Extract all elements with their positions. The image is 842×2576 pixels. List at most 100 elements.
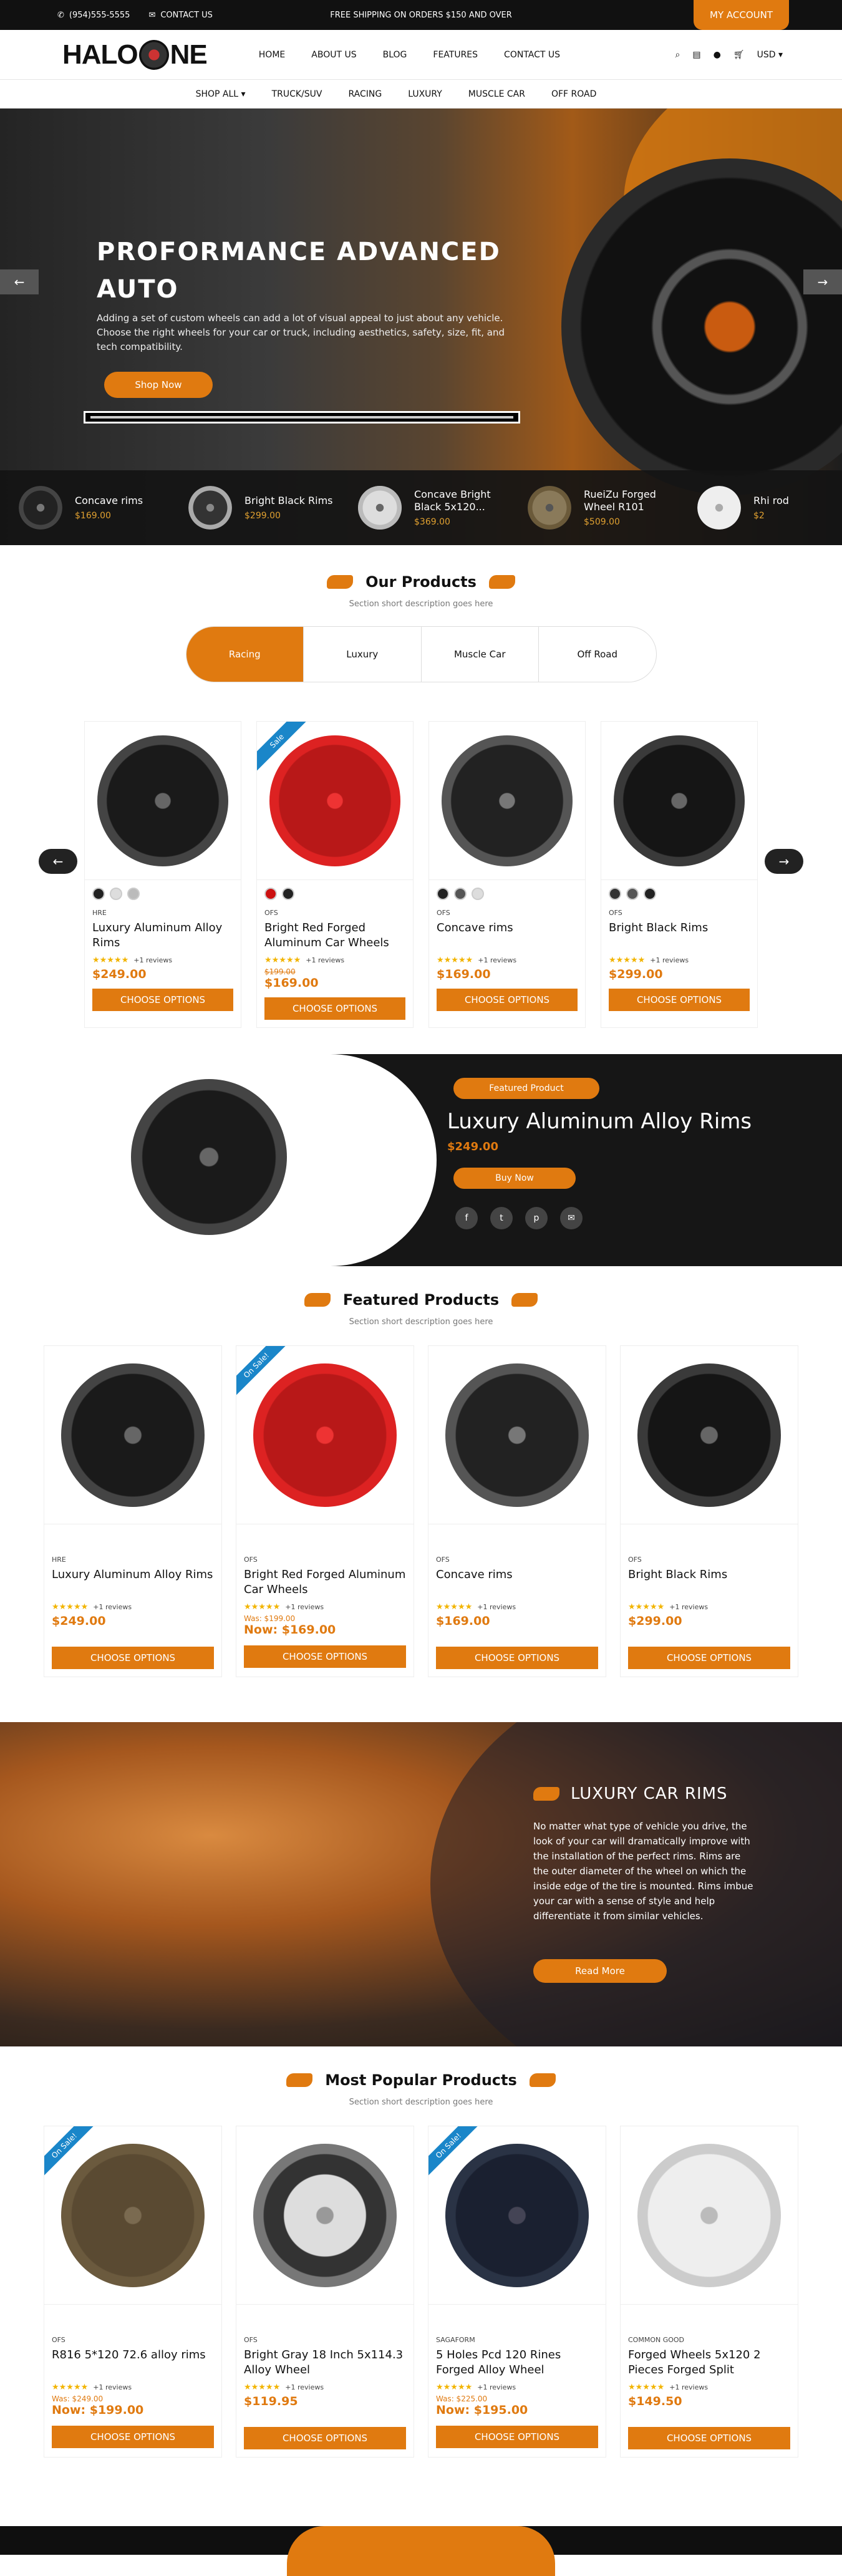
compare-icon[interactable]: ▤ [692, 50, 700, 60]
search-icon[interactable]: ⌕ [675, 50, 680, 60]
product-name[interactable]: Concave rims [436, 1567, 598, 1597]
choose-options-button[interactable]: CHOOSE OPTIONS [436, 1647, 598, 1669]
cat-off-road[interactable]: OFF ROAD [551, 89, 596, 99]
product-card[interactable]: OFS Concave rims ★★★★★ +1 reviews $169.00… [428, 721, 586, 1028]
product-image[interactable] [236, 2126, 414, 2305]
cat-luxury[interactable]: LUXURY [408, 89, 442, 99]
product-name[interactable]: Luxury Aluminum Alloy Rims [92, 921, 233, 951]
menu-features[interactable]: FEATURES [433, 50, 478, 60]
prev-arrow-icon[interactable]: ← [39, 849, 77, 874]
swatch[interactable] [92, 888, 105, 900]
cat-racing[interactable]: RACING [349, 89, 382, 99]
swatch[interactable] [437, 888, 449, 900]
choose-options-button[interactable]: CHOOSE OPTIONS [244, 1645, 406, 1668]
product-image[interactable] [621, 2126, 798, 2305]
read-more-button[interactable]: Read More [533, 1959, 667, 1983]
product-card[interactable]: OFS Concave rims ★★★★★ +1 reviews $169.00… [428, 1345, 606, 1677]
cat-truck-suv[interactable]: TRUCK/SUV [272, 89, 322, 99]
product-image[interactable]: On Sale! [44, 2126, 221, 2305]
pinterest-icon[interactable]: p [525, 1207, 548, 1229]
swatch[interactable] [609, 888, 621, 900]
product-card[interactable]: On Sale! SAGAFORM 5 Holes Pcd 120 Rines … [428, 2126, 606, 2457]
swatch[interactable] [644, 888, 656, 900]
product-image[interactable] [621, 1346, 798, 1524]
menu-about[interactable]: ABOUT US [311, 50, 356, 60]
user-icon[interactable]: ● [714, 50, 721, 60]
cart-icon[interactable]: 🛒︎ [733, 50, 745, 60]
contact-link[interactable]: ✉ CONTACT US [148, 11, 212, 20]
choose-options-button[interactable]: CHOOSE OPTIONS [436, 2426, 598, 2448]
product-name[interactable]: R816 5*120 72.6 alloy rims [52, 2348, 214, 2378]
product-card[interactable]: On Sale! OFS R816 5*120 72.6 alloy rims … [44, 2126, 222, 2457]
menu-home[interactable]: HOME [259, 50, 285, 60]
slider-progress[interactable] [84, 411, 520, 424]
product-card[interactable]: HRE Luxury Aluminum Alloy Rims ★★★★★ +1 r… [84, 721, 241, 1028]
choose-options-button[interactable]: CHOOSE OPTIONS [437, 989, 578, 1011]
product-image[interactable]: On Sale! [428, 2126, 606, 2305]
strip-item[interactable]: Bright Black Rims $299.00 [188, 486, 333, 530]
product-card[interactable]: OFS Bright Gray 18 Inch 5x114.3 Alloy Wh… [236, 2126, 414, 2457]
product-card[interactable]: OFS Bright Black Rims ★★★★★ +1 reviews $2… [601, 721, 758, 1028]
menu-blog[interactable]: BLOG [383, 50, 407, 60]
product-name[interactable]: Bright Black Rims [609, 921, 750, 951]
product-name[interactable]: Bright Gray 18 Inch 5x114.3 Alloy Wheel [244, 2348, 406, 2378]
product-name[interactable]: Bright Black Rims [628, 1567, 790, 1597]
cat-shop-all[interactable]: SHOP ALL ▾ [196, 89, 246, 99]
choose-options-button[interactable]: CHOOSE OPTIONS [52, 1647, 214, 1669]
choose-options-button[interactable]: CHOOSE OPTIONS [244, 2427, 406, 2449]
hero-next-arrow-icon[interactable]: → [803, 269, 842, 294]
buy-now-button[interactable]: Buy Now [453, 1168, 576, 1189]
swatch[interactable] [454, 888, 467, 900]
product-card[interactable]: On Sale! OFS Bright Red Forged Aluminum … [236, 1345, 414, 1677]
choose-options-button[interactable]: CHOOSE OPTIONS [628, 1647, 790, 1669]
cat-muscle-car[interactable]: MUSCLE CAR [468, 89, 525, 99]
product-name[interactable]: 5 Holes Pcd 120 Rines Forged Alloy Wheel [436, 2348, 598, 2378]
facebook-icon[interactable]: f [455, 1207, 478, 1229]
product-image[interactable]: On Sale! [236, 1346, 414, 1524]
next-arrow-icon[interactable]: → [765, 849, 803, 874]
product-name[interactable]: Forged Wheels 5x120 2 Pieces Forged Spli… [628, 2348, 790, 2378]
currency-select[interactable]: USD ▾ [757, 50, 783, 60]
phone-link[interactable]: ✆ (954)555-5555 [57, 11, 130, 20]
featured-rim-image[interactable] [131, 1079, 287, 1235]
product-card[interactable]: HRE Luxury Aluminum Alloy Rims ★★★★★ +1 r… [44, 1345, 222, 1677]
swatch[interactable] [264, 888, 277, 900]
choose-options-button[interactable]: CHOOSE OPTIONS [264, 997, 405, 1020]
product-image[interactable] [44, 1346, 221, 1524]
tab-luxury[interactable]: Luxury [304, 627, 422, 682]
choose-options-button[interactable]: CHOOSE OPTIONS [92, 989, 233, 1011]
strip-item[interactable]: Rhi rod $2 [697, 486, 842, 530]
shop-now-button[interactable]: Shop Now [104, 372, 213, 398]
strip-item[interactable]: RueiZu Forged Wheel R101 $509.00 [528, 486, 672, 530]
product-card[interactable]: COMMON GOOD Forged Wheels 5x120 2 Pieces… [620, 2126, 798, 2457]
logo[interactable]: HALO NE [62, 39, 208, 70]
product-card[interactable]: Sale OFS Bright Red Forged Aluminum Car … [256, 721, 414, 1028]
choose-options-button[interactable]: CHOOSE OPTIONS [52, 2426, 214, 2448]
choose-options-button[interactable]: CHOOSE OPTIONS [609, 989, 750, 1011]
swatch[interactable] [472, 888, 484, 900]
product-image[interactable] [85, 722, 241, 880]
my-account-button[interactable]: MY ACCOUNT [694, 0, 789, 30]
tab-racing[interactable]: Racing [186, 627, 304, 682]
product-card[interactable]: OFS Bright Black Rims ★★★★★ +1 reviews $2… [620, 1345, 798, 1677]
swatch[interactable] [282, 888, 294, 900]
product-name[interactable]: Bright Red Forged Aluminum Car Wheels [244, 1567, 406, 1597]
product-image[interactable] [601, 722, 757, 880]
product-image[interactable] [429, 722, 585, 880]
choose-options-button[interactable]: CHOOSE OPTIONS [628, 2427, 790, 2449]
menu-contact[interactable]: CONTACT US [504, 50, 560, 60]
email-icon[interactable]: ✉ [560, 1207, 583, 1229]
strip-item[interactable]: Concave Bright Black 5x120... $369.00 [358, 486, 503, 530]
product-name[interactable]: Luxury Aluminum Alloy Rims [52, 1567, 214, 1597]
product-name[interactable]: Concave rims [437, 921, 578, 951]
swatch[interactable] [127, 888, 140, 900]
tab-muscle-car[interactable]: Muscle Car [422, 627, 539, 682]
product-image[interactable] [428, 1346, 606, 1524]
product-name[interactable]: Bright Red Forged Aluminum Car Wheels [264, 921, 405, 951]
twitter-icon[interactable]: t [490, 1207, 513, 1229]
strip-item[interactable]: Concave rims $169.00 [19, 486, 163, 530]
swatch[interactable] [110, 888, 122, 900]
swatch[interactable] [626, 888, 639, 900]
featured-product-name[interactable]: Luxury Aluminum Alloy Rims [447, 1109, 752, 1134]
product-image[interactable]: Sale [257, 722, 413, 880]
